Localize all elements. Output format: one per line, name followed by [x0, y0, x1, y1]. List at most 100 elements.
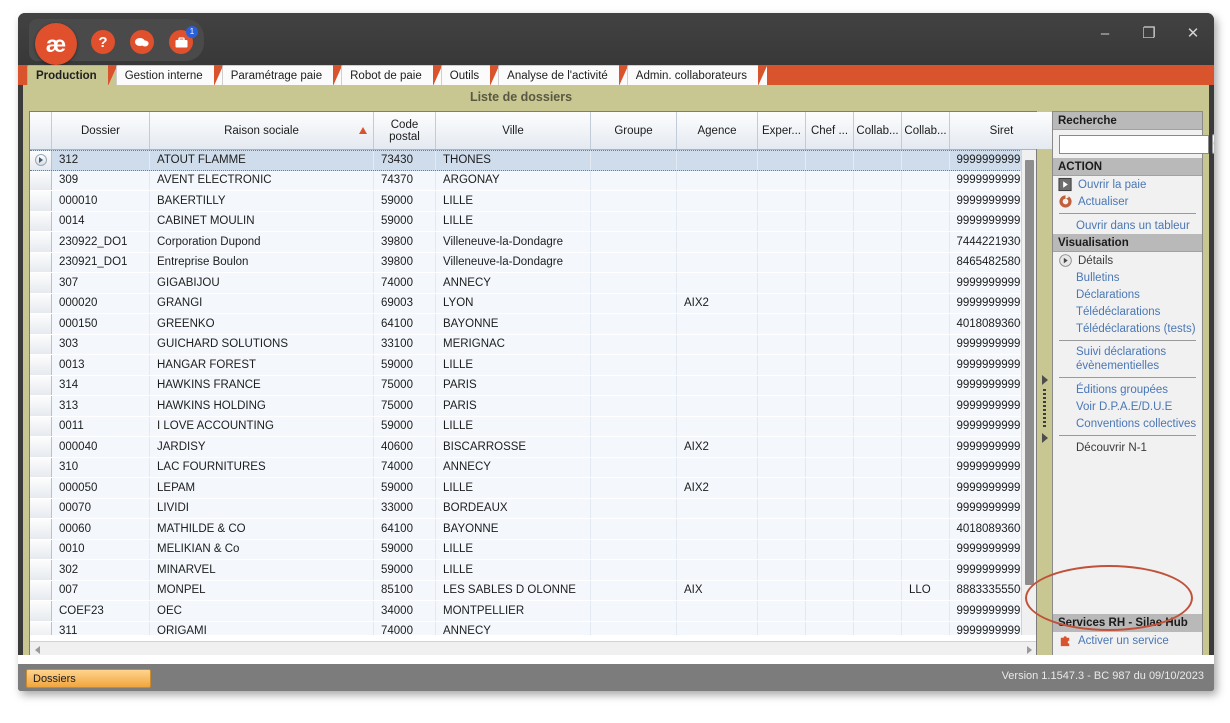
cell-raison: MINARVEL — [150, 560, 374, 580]
sidebar-item-bulletins[interactable]: Bulletins — [1053, 269, 1202, 286]
table-row[interactable]: 00060 MATHILDE & CO 64100 BAYONNE 4018089360… — [30, 519, 1036, 540]
sidebar-item-label: Voir D.P.A.E/D.U.E — [1076, 400, 1173, 413]
tab-analyse-de-l-activit[interactable]: Analyse de l'activité — [498, 65, 628, 86]
table-row[interactable]: 0013HANGAR FOREST59000LILLE9999999999999… — [30, 355, 1036, 376]
app-logo-icon[interactable]: æ — [35, 23, 77, 65]
column-header-chef[interactable]: Chef ... — [806, 112, 854, 149]
cell-text: BISCARROSSE — [443, 440, 527, 453]
maximize-button[interactable]: ❐ — [1140, 25, 1158, 43]
client-area: Liste de dossiers Dossier Raison sociale C… — [23, 85, 1214, 663]
cell-text: 230922_DO1 — [59, 235, 128, 248]
tab-param-trage-paie[interactable]: Paramétrage paie — [221, 65, 343, 86]
table-row[interactable]: 230922_DO1 Corporation Dupond 39800 Villene… — [30, 232, 1036, 253]
tab-production[interactable]: Production — [27, 65, 117, 86]
cell-collab1 — [854, 355, 902, 375]
table-row[interactable]: 303 GUICHARD SOLUTIONS 33100 MERIGNAC 999999… — [30, 334, 1036, 355]
cell-exper — [758, 252, 806, 272]
cell-chef — [806, 293, 854, 313]
table-row[interactable]: 313HAWKINS HOLDING75000PARIS999999999999… — [30, 396, 1036, 417]
table-row[interactable]: 0014CABINET MOULIN59000LILLE999999999999… — [30, 211, 1036, 232]
table-row[interactable]: 000020GRANGI69003LYONAIX299999999999999 — [30, 293, 1036, 314]
grid-vertical-scroll-thumb[interactable] — [1025, 160, 1034, 585]
sidebar-item-suivi-declarations-evenementielles[interactable]: Suivi déclarations évènementielles — [1053, 344, 1202, 374]
sidebar-item-ouvrir-dans-un-tableur[interactable]: Ouvrir dans un tableur — [1053, 217, 1202, 234]
column-header-collab[interactable]: Collab... — [854, 112, 902, 149]
sidebar-item-ouvrir-la-paie[interactable]: Ouvrir la paie — [1053, 176, 1202, 193]
chat-icon[interactable] — [130, 30, 154, 54]
cell-text: AVENT ELECTRONIC — [157, 174, 272, 187]
table-row[interactable]: COEF23OEC34000MONTPELLIER99999999999999 — [30, 601, 1036, 622]
sidebar-item-editions-groupees[interactable]: Éditions groupées — [1053, 381, 1202, 398]
grid-vertical-scrollbar[interactable] — [1021, 150, 1036, 635]
column-header-dossier[interactable]: Dossier — [52, 112, 150, 149]
sidebar-item-actualiser[interactable]: Actualiser — [1053, 193, 1202, 210]
column-header-siret[interactable]: Siret — [950, 112, 1053, 149]
cell-text: 302 — [59, 563, 79, 576]
sidebar-item-decouvrir-n-1[interactable]: Découvrir N-1 — [1053, 439, 1202, 456]
tab-robot-de-paie[interactable]: Robot de paie — [341, 65, 442, 86]
column-header-exper[interactable]: Exper... — [758, 112, 806, 149]
column-header-agence[interactable]: Agence — [677, 112, 758, 149]
table-row[interactable]: 302MINARVEL59000LILLE99999999999999 — [30, 560, 1036, 581]
tab-label: Production — [36, 70, 97, 82]
help-icon[interactable]: ? — [91, 30, 115, 54]
cell-groupe — [591, 396, 677, 416]
cell-groupe — [591, 273, 677, 293]
tab-gestion-interne[interactable]: Gestion interne — [115, 65, 223, 86]
cell-ville: LILLE — [436, 191, 591, 211]
sidebar-item-conventions-collectives[interactable]: Conventions collectives — [1053, 415, 1202, 432]
cell-text: LYON — [443, 297, 474, 310]
cell-dossier: COEF23 — [52, 601, 150, 621]
column-header-raison-sociale[interactable]: Raison sociale — [150, 112, 374, 149]
column-header-ville[interactable]: Ville — [436, 112, 591, 149]
table-row[interactable]: 312ATOUT FLAMME73430THONES99999999999999 — [30, 150, 1036, 171]
table-row[interactable]: 000010BAKERTILLY59000LILLE99999999999999 — [30, 191, 1036, 212]
table-row[interactable]: 00070LIVIDI33000BORDEAUX99999999999999 — [30, 498, 1036, 519]
status-tab-dossiers[interactable]: Dossiers — [26, 669, 151, 688]
tab-admin-collaborateurs[interactable]: Admin. collaborateurs — [626, 65, 768, 86]
cell-collab1 — [854, 334, 902, 354]
table-row[interactable]: 310LAC FOURNITURES74000ANNECY99999999999… — [30, 457, 1036, 478]
panel-splitter[interactable] — [1039, 111, 1051, 659]
table-row[interactable]: 007 MONPEL 85100 LES SABLES D OLONNE AIX LLO 8… — [30, 580, 1036, 601]
cell-exper — [758, 375, 806, 395]
table-row[interactable]: 311ORIGAMI74000ANNECY99999999999999 — [30, 621, 1036, 635]
search-button[interactable] — [1212, 134, 1214, 154]
column-header-indicator[interactable] — [30, 112, 52, 149]
minimize-button[interactable]: – — [1096, 25, 1114, 43]
table-row[interactable]: 309 AVENT ELECTRONIC 74370 ARGONAY 999999999… — [30, 170, 1036, 191]
close-button[interactable]: ✕ — [1184, 25, 1202, 43]
cell-agence — [677, 457, 758, 477]
table-row[interactable]: 0010MELIKIAN & Co59000LILLE9999999999999… — [30, 539, 1036, 560]
cell-chef — [806, 478, 854, 498]
table-row[interactable]: 0011 I LOVE ACCOUNTING 59000 LILLE 999999999… — [30, 416, 1036, 437]
cell-ville: LILLE — [436, 211, 591, 231]
puzzle-piece-icon — [1060, 636, 1070, 647]
cell-text: 230921_DO1 — [59, 256, 128, 269]
cell-chef — [806, 416, 854, 436]
briefcase-badge: 1 — [186, 26, 198, 38]
activate-service-link[interactable]: Activer un service — [1053, 632, 1202, 649]
column-header-code-postal[interactable]: Code postal — [374, 112, 436, 149]
sidebar-item-details[interactable]: Détails — [1053, 252, 1202, 269]
table-row[interactable]: 307GIGABIJOU74000ANNECY99999999999999 — [30, 273, 1036, 294]
table-row[interactable]: 000050LEPAM59000LILLEAIX299999999999999 — [30, 478, 1036, 499]
sidebar-item-declarations[interactable]: Déclarations — [1053, 286, 1202, 303]
tab-outils[interactable]: Outils — [440, 65, 500, 86]
cell-groupe — [591, 560, 677, 580]
cell-chef — [806, 539, 854, 559]
sidebar-item-teledeclarations-tests[interactable]: Télédéclarations (tests) — [1053, 320, 1202, 337]
column-header-collab[interactable]: Collab... — [902, 112, 950, 149]
table-row[interactable]: 000040 JARDISY 40600 BISCARROSSE AIX2 9999999… — [30, 437, 1036, 458]
table-row[interactable]: 314HAWKINS FRANCE75000PARIS9999999999999… — [30, 375, 1036, 396]
sidebar-item-voir-d-p-a-e-d-u-e[interactable]: Voir D.P.A.E/D.U.E — [1053, 398, 1202, 415]
splitter-handle[interactable] — [1041, 374, 1048, 444]
search-input[interactable] — [1059, 134, 1209, 154]
table-row[interactable]: 000150GREENKO64100BAYONNE40180893600025 — [30, 314, 1036, 335]
column-header-groupe[interactable]: Groupe — [591, 112, 677, 149]
sidebar-item-teledeclarations[interactable]: Télédéclarations — [1053, 303, 1202, 320]
cell-raison: GREENKO — [150, 314, 374, 334]
table-row[interactable]: 230921_DO1 Entreprise Boulon 39800 Villeneu… — [30, 252, 1036, 273]
splitter-arrow-up-icon — [1041, 375, 1048, 386]
cell-agence — [677, 560, 758, 580]
